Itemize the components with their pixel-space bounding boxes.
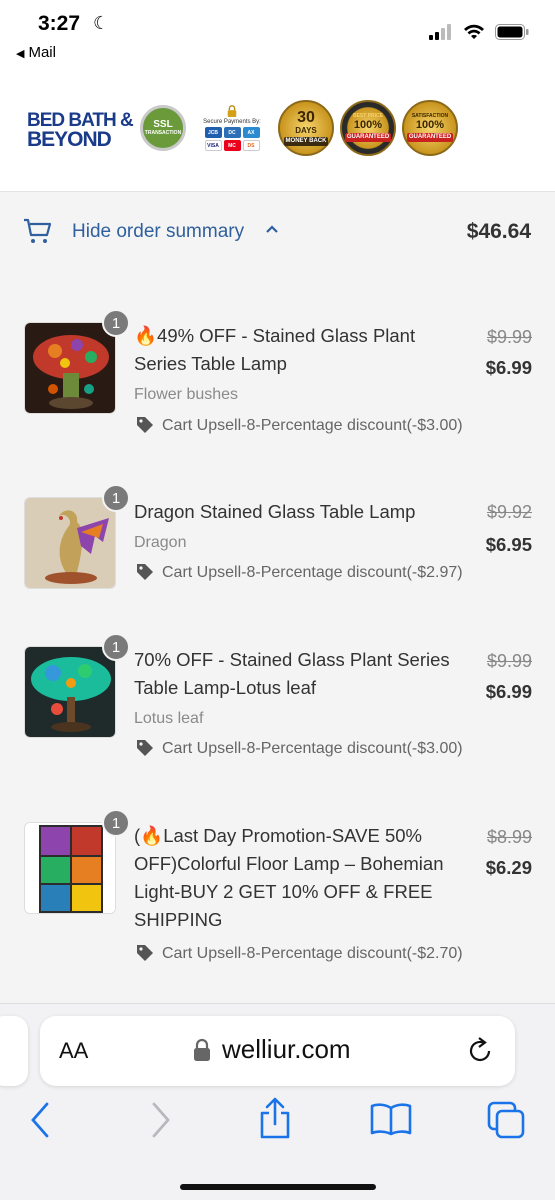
back-label: Mail [28, 44, 56, 61]
store-header: BED BATH & BEYOND SSL TRANSACTION Secure … [0, 72, 555, 192]
badge-30-ribbon: MONEY BACK [283, 137, 329, 146]
item-title: (🔥Last Day Promotion-SAVE 50% OFF)Colorf… [134, 825, 444, 930]
item-variant: Flower bushes [134, 386, 239, 403]
quantity-badge: 1 [102, 484, 130, 512]
forward-arrow-icon[interactable] [149, 1100, 173, 1140]
item-discount: Cart Upsell-8-Percentage discount(-$2.70… [134, 941, 464, 966]
quantity-badge: 1 [102, 309, 130, 337]
jcb-card-icon: JCB [204, 127, 222, 138]
aa-label: AA [59, 1038, 89, 1063]
badge-30-number: 30 [297, 109, 315, 127]
padlock-icon [227, 105, 237, 117]
reader-settings-button[interactable]: AA [59, 1038, 88, 1064]
url-text[interactable]: welliur.com [222, 1034, 351, 1065]
address-bar[interactable]: AA welliur.com [40, 1016, 515, 1086]
discount-tag-icon [137, 945, 153, 961]
dragon-lamp-image [25, 498, 115, 588]
back-arrow-icon[interactable] [28, 1100, 52, 1140]
money-back-badge: 30 DAYS MONEY BACK [278, 100, 334, 156]
back-to-mail-button[interactable]: ◀ Mail [16, 44, 56, 61]
back-triangle-icon: ◀ [16, 48, 25, 60]
product-thumbnail [24, 822, 116, 914]
tabs-icon[interactable] [486, 1100, 526, 1140]
satisfaction-ribbon: GUARANTEED [406, 133, 454, 142]
hide-order-summary-label[interactable]: Hide order summary [72, 221, 244, 243]
amex-card-icon: AX [242, 127, 260, 138]
item-title: Dragon Stained Glass Table Lamp [134, 501, 416, 522]
satisfaction-pct: 100% [415, 118, 445, 131]
discount-text: Cart Upsell-8-Percentage discount(-$2.70… [162, 945, 463, 962]
product-thumbnail [24, 497, 116, 589]
status-bar: 3:27 ☾ ◀ Mail [0, 0, 555, 72]
diners-card-icon: DC [223, 127, 241, 138]
discount-text: Cart Upsell-8-Percentage discount(-$2.97… [162, 564, 463, 581]
best-price-ribbon: GUARANTEED [344, 133, 392, 142]
original-price: $8.99 [486, 827, 532, 847]
cellular-signal-icon [429, 24, 451, 40]
sale-price: $6.99 [485, 681, 532, 702]
discount-text: Cart Upsell-8-Percentage discount(-$3.00… [162, 417, 463, 434]
item-discount: Cart Upsell-8-Percentage discount(-$2.97… [134, 560, 464, 585]
cart-icon [24, 218, 52, 243]
satisfaction-badge: SATISFACTION 100% GUARANTEED [402, 100, 458, 156]
status-time: 3:27 [38, 12, 81, 35]
secure-payments-badge: Secure Payments By: JCB DC AX VISA MC DS [192, 105, 272, 151]
safari-toolbar: AA welliur.com [0, 1003, 555, 1200]
lock-icon [194, 1038, 210, 1061]
original-price: $9.99 [486, 651, 532, 671]
best-price-pct: 100% [353, 118, 383, 131]
badge-30-days: DAYS [295, 126, 317, 136]
product-thumbnail [24, 322, 116, 414]
logo-line-2: BEYOND [27, 128, 112, 152]
product-thumbnail [24, 646, 116, 738]
store-logo[interactable]: BED BATH & BEYOND [27, 111, 137, 152]
moon-icon: ☾ [93, 13, 110, 33]
original-price: $9.99 [486, 327, 532, 347]
reload-icon[interactable] [465, 1036, 495, 1066]
discount-tag-icon [137, 417, 153, 433]
mushroom-lamp-image [25, 323, 115, 413]
floor-lamp-collage-image [25, 823, 115, 913]
sale-price: $6.99 [485, 357, 532, 378]
discount-text: Cart Upsell-8-Percentage discount(-$3.00… [162, 740, 463, 757]
best-price-badge: BEST PRICE 100% GUARANTEED [340, 100, 396, 156]
sale-price: $6.95 [485, 534, 532, 555]
home-indicator[interactable] [180, 1184, 376, 1190]
secure-payments-text: Secure Payments By: [203, 119, 261, 125]
item-title: 70% OFF - Stained Glass Plant Series Tab… [134, 649, 450, 698]
original-price: $9.92 [486, 502, 532, 522]
order-summary-toggle[interactable]: Hide order summary $46.64 [0, 193, 555, 273]
item-variant: Dragon [134, 534, 187, 551]
trust-badges: SSL TRANSACTION Secure Payments By: JCB D… [140, 100, 458, 156]
discount-tag-icon [137, 564, 153, 580]
ssl-sub: TRANSACTION [144, 129, 182, 136]
discount-tag-icon [137, 740, 153, 756]
previous-tab-preview[interactable] [0, 1016, 28, 1086]
quantity-badge: 1 [102, 633, 130, 661]
ssl-badge: SSL TRANSACTION [140, 105, 186, 151]
bookmarks-icon[interactable] [369, 1102, 413, 1136]
item-title: 🔥49% OFF - Stained Glass Plant Series Ta… [134, 325, 416, 374]
quantity-badge: 1 [102, 809, 130, 837]
discover-card-icon: DS [242, 140, 260, 151]
chevron-up-icon [266, 225, 278, 233]
item-variant: Lotus leaf [134, 710, 204, 727]
battery-icon [495, 24, 529, 40]
share-icon[interactable] [257, 1096, 293, 1140]
lotus-lamp-image [25, 647, 115, 737]
sale-price: $6.29 [485, 857, 532, 878]
order-total: $46.64 [466, 220, 531, 243]
status-icons [429, 24, 529, 40]
visa-card-icon: VISA [204, 140, 222, 151]
item-discount: Cart Upsell-8-Percentage discount(-$3.00… [134, 736, 464, 761]
mastercard-icon: MC [223, 140, 241, 151]
wifi-icon [464, 24, 484, 39]
item-discount: Cart Upsell-8-Percentage discount(-$3.00… [134, 413, 464, 438]
